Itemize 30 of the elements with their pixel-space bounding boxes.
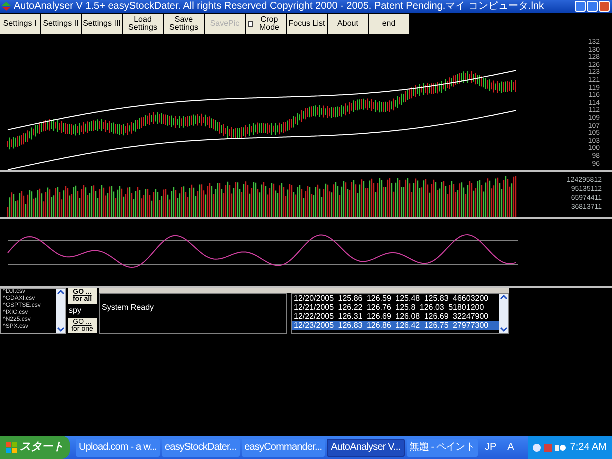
taskbar-button[interactable]: easyStockDater... [162, 438, 240, 456]
quote-row[interactable]: 12/23/2005 126.83 126.86 126.42 126.75 27977300 [292, 321, 499, 330]
quote-row[interactable]: 12/21/2005 126.22 126.76 125.8 126.03 51801200 [292, 303, 499, 312]
quote-row[interactable]: 12/20/2005 125.86 126.59 125.48 125.83 46603200 [292, 294, 499, 303]
toolbar-button[interactable]: end [369, 14, 409, 34]
toolbar-button[interactable]: Focus List [287, 14, 327, 34]
ime-indicator[interactable]: A [508, 440, 514, 455]
checkbox[interactable] [248, 21, 253, 27]
taskbar-button[interactable]: easyCommander... [242, 438, 326, 456]
toolbar-button[interactable]: Settings I [0, 14, 40, 34]
toolbar-button[interactable]: Settings II [41, 14, 81, 34]
toolbar-button[interactable]: About [328, 14, 368, 34]
clock: 7:24 AM [570, 441, 607, 455]
checkbox-label: Crop Mode [258, 16, 280, 32]
toolbar-button[interactable]: Settings III [82, 14, 122, 34]
tray-icons-drawing [533, 442, 568, 452]
quote-scrollbar[interactable] [499, 294, 508, 333]
scrollbar[interactable] [56, 289, 65, 333]
start-button[interactable]: スタート [0, 436, 70, 459]
status-text: System Ready [102, 303, 154, 312]
toolbar-button[interactable]: Load Settings [123, 14, 163, 34]
taskbar-button[interactable]: 無題 - ペイント [406, 438, 478, 456]
taskbar-button[interactable]: Upload.com - a w... [76, 438, 160, 456]
quote-row[interactable]: 12/22/2005 126.31 126.69 126.08 126.69 32247900 [292, 312, 499, 321]
windows-logo-icon [6, 442, 17, 453]
app-icon [2, 2, 11, 11]
toolbar-button[interactable]: Save Settings [164, 14, 204, 34]
window-title: AutoAnalyser V 1.5+ easyStockDater. All rights Reserved Copyright 2000 - 2005. Patent Pending.マイ コンピュータ.lnk [14, 2, 544, 12]
taskbar-button[interactable]: AutoAnalyser V... [327, 438, 405, 456]
language-indicator[interactable]: JP [484, 440, 497, 455]
